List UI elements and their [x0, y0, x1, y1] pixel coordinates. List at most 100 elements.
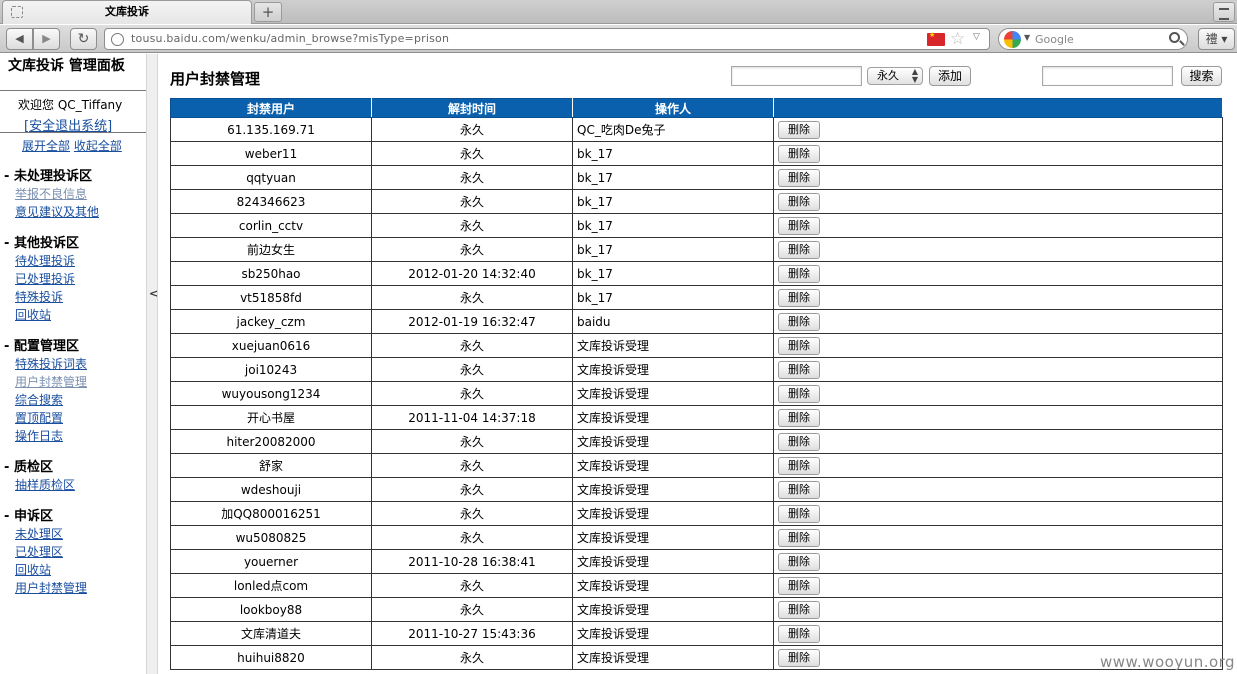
cell-actions: 删除: [773, 165, 1223, 190]
history-dropdown-icon[interactable]: ▽: [973, 32, 980, 42]
sidebar-link-user-ban[interactable]: 用户封禁管理: [15, 373, 87, 390]
cell-operator: 文库投诉受理: [572, 429, 774, 454]
delete-button[interactable]: 删除: [778, 384, 820, 403]
sidebar-link-log[interactable]: 操作日志: [15, 427, 63, 444]
cell-unban-time: 2011-11-04 14:37:18: [371, 405, 573, 430]
delete-button[interactable]: 删除: [778, 576, 820, 595]
cell-operator: 文库投诉受理: [572, 381, 774, 406]
addon-button[interactable]: 禮 ▾: [1198, 28, 1235, 50]
forward-button[interactable]: ▶: [33, 28, 60, 50]
search-button[interactable]: 搜索: [1181, 66, 1222, 86]
cell-user: weber11: [170, 141, 372, 166]
sidebar-splitter[interactable]: <: [146, 54, 158, 674]
delete-button[interactable]: 删除: [778, 168, 820, 187]
group-title-qc[interactable]: - 质检区: [4, 456, 53, 475]
browser-tab[interactable]: 文库投诉: [2, 0, 252, 24]
search-bar[interactable]: ▼ Google: [998, 28, 1188, 50]
sidebar-link-pending[interactable]: 待处理投诉: [15, 252, 75, 269]
group-title-config[interactable]: - 配置管理区: [4, 335, 79, 354]
cell-user: 824346623: [170, 189, 372, 214]
sidebar-link-report[interactable]: 举报不良信息: [15, 185, 87, 202]
sidebar-link-processed[interactable]: 已处理投诉: [15, 270, 75, 287]
sidebar-link-recycle[interactable]: 回收站: [15, 306, 51, 323]
cell-user: vt51858fd: [170, 285, 372, 310]
group-title-unprocessed[interactable]: - 未处理投诉区: [4, 165, 92, 184]
sidebar-link-appeal-unprocessed[interactable]: 未处理区: [15, 525, 63, 542]
cell-actions: 删除: [773, 477, 1223, 502]
table-row: sb250hao 2012-01-20 14:32:40 bk_17 删除: [170, 261, 1223, 286]
ban-user-input[interactable]: [731, 66, 862, 86]
cell-user: 加QQ800016251: [170, 501, 372, 526]
delete-button[interactable]: 删除: [778, 240, 820, 259]
sidebar-link-appeal-recycle[interactable]: 回收站: [15, 561, 51, 578]
cell-operator: bk_17: [572, 285, 774, 310]
group-title-other[interactable]: - 其他投诉区: [4, 232, 79, 251]
new-tab-button[interactable]: +: [254, 2, 282, 22]
delete-button[interactable]: 删除: [778, 288, 820, 307]
cell-operator: QC_吃肉De兔子: [572, 117, 774, 142]
collapse-all-link[interactable]: 收起全部: [74, 139, 122, 153]
delete-button[interactable]: 删除: [778, 192, 820, 211]
engine-dropdown-icon[interactable]: ▼: [1024, 33, 1030, 42]
delete-button[interactable]: 删除: [778, 144, 820, 163]
delete-button[interactable]: 删除: [778, 432, 820, 451]
table-row: xuejuan0616 永久 文库投诉受理 删除: [170, 333, 1223, 358]
back-button[interactable]: ◀: [6, 28, 33, 50]
cell-user: 文库清道夫: [170, 621, 372, 646]
delete-button[interactable]: 删除: [778, 120, 820, 139]
col-header-actions: [773, 98, 1223, 118]
delete-button[interactable]: 删除: [778, 624, 820, 643]
table-row: wdeshouji 永久 文库投诉受理 删除: [170, 477, 1223, 502]
duration-value: 永久: [877, 69, 899, 82]
delete-button[interactable]: 删除: [778, 336, 820, 355]
search-input[interactable]: [1042, 66, 1173, 86]
cell-operator: bk_17: [572, 165, 774, 190]
collapse-arrow-icon[interactable]: <: [149, 287, 158, 300]
cell-actions: 删除: [773, 381, 1223, 406]
col-header-operator: 操作人: [572, 98, 774, 118]
sidebar-link-special[interactable]: 特殊投诉: [15, 288, 63, 305]
delete-button[interactable]: 删除: [778, 528, 820, 547]
cell-unban-time: 永久: [371, 285, 573, 310]
delete-button[interactable]: 删除: [778, 600, 820, 619]
address-bar[interactable]: tousu.baidu.com/wenku/admin_browse?misTy…: [104, 28, 990, 50]
reload-button[interactable]: ↻: [70, 28, 97, 50]
sidebar-link-pin[interactable]: 置顶配置: [15, 409, 63, 426]
table-row: wu5080825 永久 文库投诉受理 删除: [170, 525, 1223, 550]
sidebar-link-appeal-processed[interactable]: 已处理区: [15, 543, 63, 560]
sidebar-link-special-words[interactable]: 特殊投诉词表: [15, 355, 87, 372]
delete-button[interactable]: 删除: [778, 648, 820, 667]
bookmark-star-icon[interactable]: ☆: [950, 29, 965, 49]
expand-all-link[interactable]: 展开全部: [22, 139, 70, 153]
delete-button[interactable]: 删除: [778, 312, 820, 331]
sidebar-link-suggestions[interactable]: 意见建议及其他: [15, 203, 99, 220]
search-icon[interactable]: [1169, 32, 1180, 43]
delete-button[interactable]: 删除: [778, 264, 820, 283]
cell-actions: 删除: [773, 621, 1223, 646]
expand-collapse-links: 展开全部 收起全部: [22, 137, 122, 154]
sidebar-link-search[interactable]: 综合搜索: [15, 391, 63, 408]
delete-button[interactable]: 删除: [778, 504, 820, 523]
cell-user: corlin_cctv: [170, 213, 372, 238]
sidebar-link-sampling[interactable]: 抽样质检区: [15, 476, 75, 493]
cell-operator: 文库投诉受理: [572, 597, 774, 622]
cell-actions: 删除: [773, 213, 1223, 238]
cell-actions: 删除: [773, 237, 1223, 262]
delete-button[interactable]: 删除: [778, 480, 820, 499]
tab-list-icon[interactable]: [1213, 2, 1235, 22]
cell-unban-time: 永久: [371, 501, 573, 526]
delete-button[interactable]: 删除: [778, 216, 820, 235]
delete-button[interactable]: 删除: [778, 456, 820, 475]
cell-user: 61.135.169.71: [170, 117, 372, 142]
cell-actions: 删除: [773, 357, 1223, 382]
add-button[interactable]: 添加: [929, 66, 971, 86]
duration-select[interactable]: 永久 ▲ ▼: [867, 67, 923, 85]
sidebar-link-appeal-user-ban[interactable]: 用户封禁管理: [15, 579, 87, 596]
google-logo-icon[interactable]: [1004, 31, 1021, 48]
delete-button[interactable]: 删除: [778, 408, 820, 427]
cell-operator: 文库投诉受理: [572, 549, 774, 574]
panel-title: 文库投诉 管理面板: [8, 58, 125, 74]
delete-button[interactable]: 删除: [778, 552, 820, 571]
group-title-appeal[interactable]: - 申诉区: [4, 505, 53, 524]
delete-button[interactable]: 删除: [778, 360, 820, 379]
